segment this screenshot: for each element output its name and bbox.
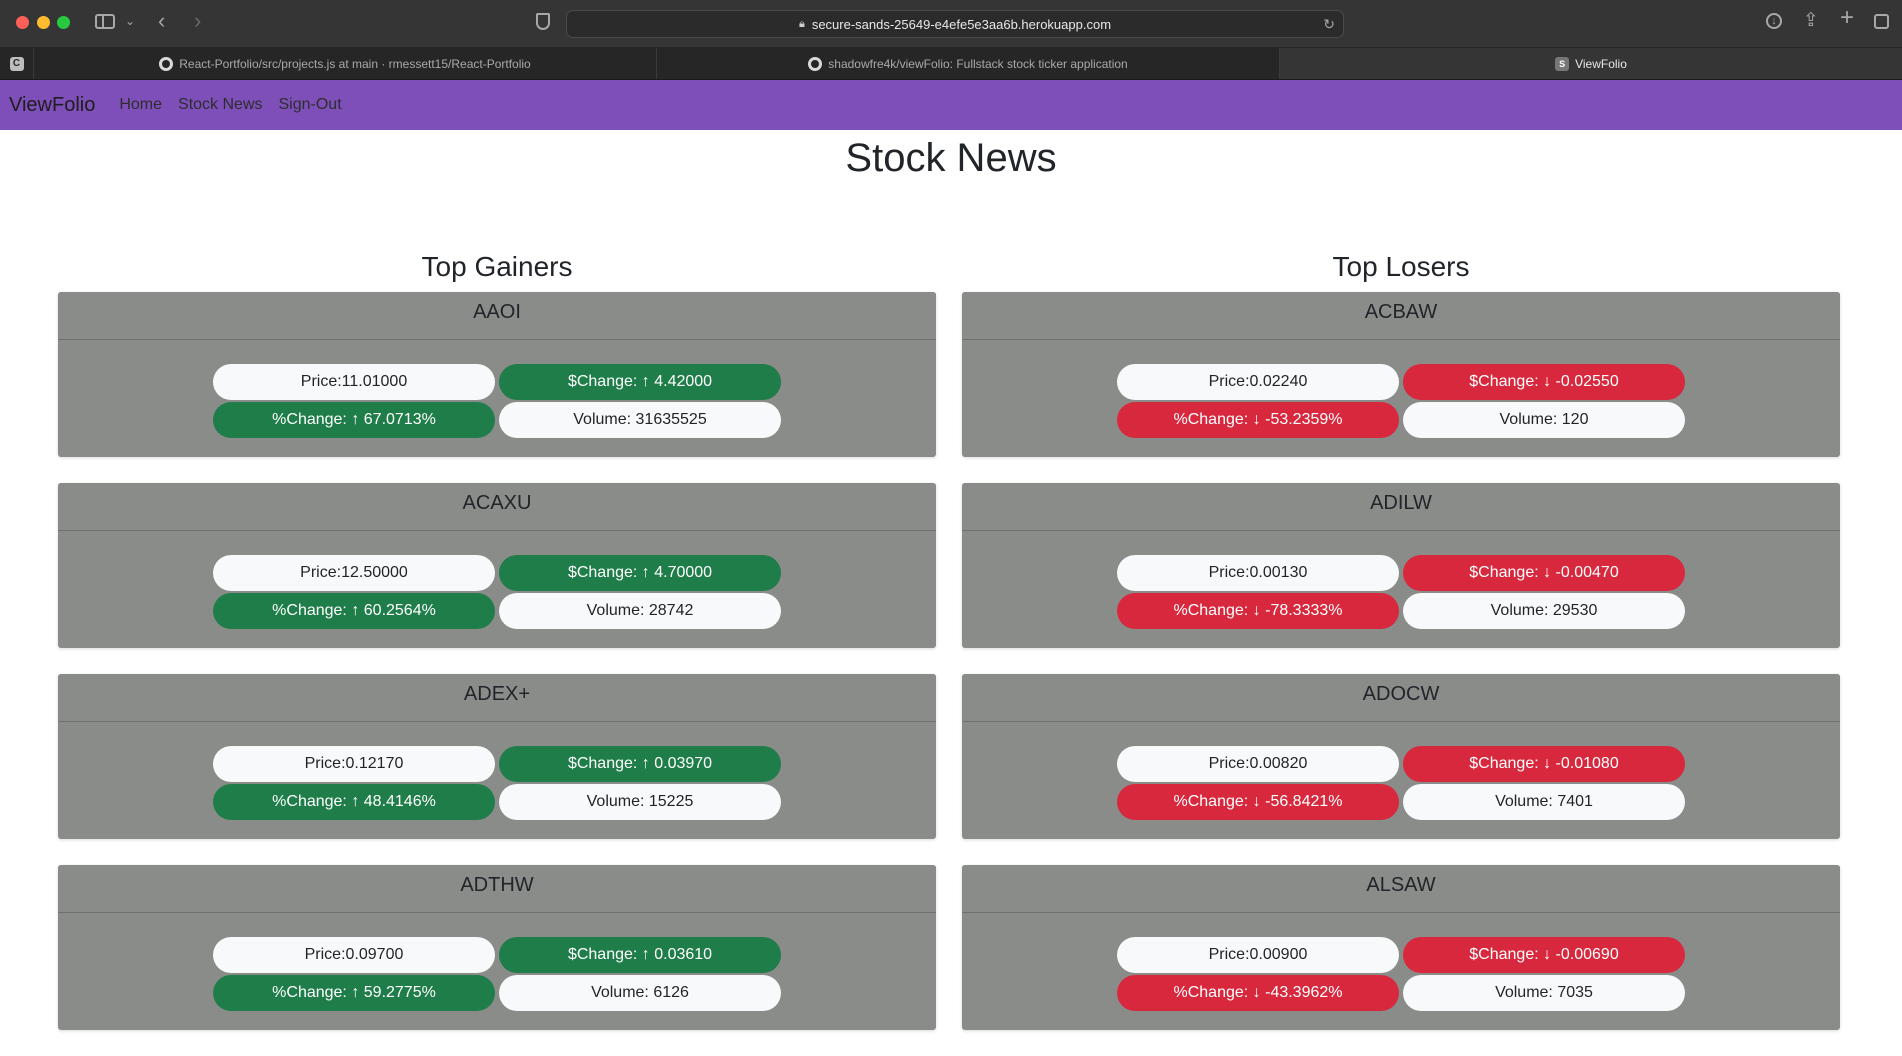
- stock-ticker: ACAXU: [58, 483, 936, 531]
- percent-change-pill: %Change: ↓ -43.3962%: [1117, 975, 1399, 1011]
- dollar-change-pill: $Change: ↑ 4.42000: [499, 364, 781, 400]
- price-pill: Price:0.12170: [213, 746, 495, 782]
- page-title: Stock News: [845, 136, 1057, 180]
- volume-pill: Volume: 28742: [499, 593, 781, 629]
- volume-pill: Volume: 29530: [1403, 593, 1685, 629]
- price-pill: Price:0.02240: [1117, 364, 1399, 400]
- tab-overview-icon[interactable]: [1874, 14, 1889, 29]
- pinned-tab[interactable]: C: [0, 48, 34, 79]
- price-pill: Price:0.00130: [1117, 555, 1399, 591]
- zoom-window-button[interactable]: [57, 16, 70, 29]
- stock-card: ADOCW Price:0.00820 $Change: ↓ -0.01080 …: [962, 674, 1840, 839]
- stock-ticker: ACBAW: [962, 292, 1840, 340]
- volume-pill: Volume: 120: [1403, 402, 1685, 438]
- dollar-change-pill: $Change: ↑ 0.03610: [499, 937, 781, 973]
- volume-pill: Volume: 7035: [1403, 975, 1685, 1011]
- reload-icon[interactable]: ↻: [1323, 16, 1335, 33]
- app-navbar: ViewFolio Home Stock News Sign-Out: [0, 80, 1902, 130]
- gainers-column: Top Gainers AAOI Price:11.01000 $Change:…: [58, 245, 936, 1056]
- forward-arrow-icon[interactable]: ›: [194, 10, 201, 32]
- volume-pill: Volume: 7401: [1403, 784, 1685, 820]
- stock-ticker: ADOCW: [962, 674, 1840, 722]
- percent-change-pill: %Change: ↑ 60.2564%: [213, 593, 495, 629]
- stock-card: ACBAW Price:0.02240 $Change: ↓ -0.02550 …: [962, 292, 1840, 457]
- url-text: secure-sands-25649-e4efe5e3aa6b.herokuap…: [811, 16, 1112, 32]
- stock-ticker: ADTHW: [58, 865, 936, 913]
- address-bar[interactable]: 🔒︎ secure-sands-25649-e4efe5e3aa6b.herok…: [566, 10, 1344, 38]
- stock-card: ACAXU Price:12.50000 $Change: ↑ 4.70000 …: [58, 483, 936, 648]
- share-icon[interactable]: ⇪: [1803, 11, 1819, 30]
- percent-change-pill: %Change: ↓ -56.8421%: [1117, 784, 1399, 820]
- losers-heading: Top Losers: [1332, 251, 1470, 282]
- brand-link[interactable]: ViewFolio: [9, 94, 95, 117]
- percent-change-pill: %Change: ↑ 48.4146%: [213, 784, 495, 820]
- new-tab-icon[interactable]: +: [1840, 6, 1854, 30]
- nav-link-stock-news[interactable]: Stock News: [178, 96, 262, 114]
- dollar-change-pill: $Change: ↑ 0.03970: [499, 746, 781, 782]
- percent-change-pill: %Change: ↓ -53.2359%: [1117, 402, 1399, 438]
- tab-viewfolio[interactable]: S ViewFolio: [1280, 48, 1902, 79]
- dollar-change-pill: $Change: ↓ -0.02550: [1403, 364, 1685, 400]
- losers-column: Top Losers ACBAW Price:0.02240 $Change: …: [962, 245, 1840, 1056]
- tab-bar: C React-Portfolio/src/projects.js at mai…: [0, 48, 1902, 80]
- price-pill: Price:11.01000: [213, 364, 495, 400]
- stock-ticker: ALSAW: [962, 865, 1840, 913]
- tab-viewfolio-repo[interactable]: shadowfre4k/viewFolio: Fullstack stock t…: [657, 48, 1280, 79]
- stock-ticker: ADEX+: [58, 674, 936, 722]
- dollar-change-pill: $Change: ↓ -0.00690: [1403, 937, 1685, 973]
- privacy-shield-icon[interactable]: [536, 13, 550, 30]
- volume-pill: Volume: 6126: [499, 975, 781, 1011]
- price-pill: Price:0.09700: [213, 937, 495, 973]
- percent-change-pill: %Change: ↑ 67.0713%: [213, 402, 495, 438]
- stock-card: ADEX+ Price:0.12170 $Change: ↑ 0.03970 %…: [58, 674, 936, 839]
- back-arrow-icon[interactable]: ‹: [158, 10, 165, 32]
- tab-title: React-Portfolio/src/projects.js at main …: [179, 56, 531, 71]
- percent-change-pill: %Change: ↓ -78.3333%: [1117, 593, 1399, 629]
- tab-title: shadowfre4k/viewFolio: Fullstack stock t…: [828, 56, 1128, 71]
- stock-ticker: AAOI: [58, 292, 936, 340]
- nav-link-sign-out[interactable]: Sign-Out: [279, 96, 342, 114]
- volume-pill: Volume: 31635525: [499, 402, 781, 438]
- stock-card: ALSAW Price:0.00900 $Change: ↓ -0.00690 …: [962, 865, 1840, 1030]
- tab-title: ViewFolio: [1575, 56, 1627, 71]
- dollar-change-pill: $Change: ↑ 4.70000: [499, 555, 781, 591]
- stock-card: AAOI Price:11.01000 $Change: ↑ 4.42000 %…: [58, 292, 936, 457]
- close-window-button[interactable]: [16, 16, 29, 29]
- volume-pill: Volume: 15225: [499, 784, 781, 820]
- browser-toolbar: ⌄ ‹ › 🔒︎ secure-sands-25649-e4efe5e3aa6b…: [0, 0, 1902, 48]
- stock-card: ADTHW Price:0.09700 $Change: ↑ 0.03610 %…: [58, 865, 936, 1030]
- percent-change-pill: %Change: ↑ 59.2775%: [213, 975, 495, 1011]
- lock-icon: 🔒︎: [798, 17, 805, 30]
- downloads-icon[interactable]: ↓: [1766, 13, 1782, 29]
- chevron-down-icon[interactable]: ⌄: [125, 12, 135, 30]
- gainers-heading: Top Gainers: [421, 251, 573, 282]
- tab-react-portfolio[interactable]: React-Portfolio/src/projects.js at main …: [34, 48, 657, 79]
- price-pill: Price:0.00900: [1117, 937, 1399, 973]
- dollar-change-pill: $Change: ↓ -0.01080: [1403, 746, 1685, 782]
- stock-card: ADILW Price:0.00130 $Change: ↓ -0.00470 …: [962, 483, 1840, 648]
- stock-ticker: ADILW: [962, 483, 1840, 531]
- github-icon: [808, 56, 823, 71]
- s-favicon-icon: S: [1555, 56, 1570, 71]
- github-icon: [159, 56, 174, 71]
- dollar-change-pill: $Change: ↓ -0.00470: [1403, 555, 1685, 591]
- nav-link-home[interactable]: Home: [119, 96, 162, 114]
- price-pill: Price:12.50000: [213, 555, 495, 591]
- minimize-window-button[interactable]: [37, 16, 50, 29]
- price-pill: Price:0.00820: [1117, 746, 1399, 782]
- sidebar-toggle-icon[interactable]: [95, 14, 115, 29]
- pinned-tab-favicon-icon: C: [9, 56, 24, 71]
